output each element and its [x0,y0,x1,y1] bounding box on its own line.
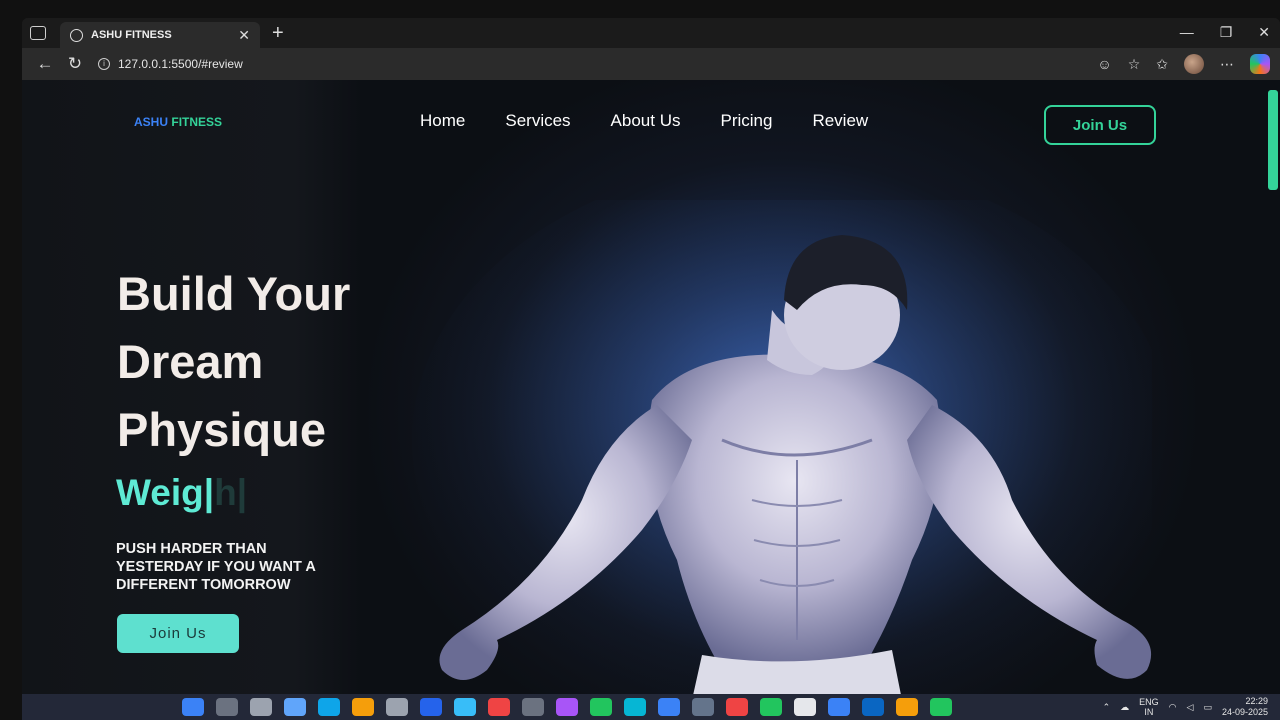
tab-title: ASHU FITNESS [91,29,172,41]
app-icon[interactable] [692,698,714,716]
volume-icon[interactable]: ◁ [1187,702,1194,713]
restore-icon[interactable]: ❐ [1220,24,1233,41]
typed-text: Weig [116,472,204,513]
system-tray: ⌃ ☁ ENG IN ◠ ◁ ▭ 22:29 24-09-2025 [1103,696,1268,718]
typing-cursor: | [203,472,215,513]
search-icon[interactable] [216,698,238,716]
hero-title-line: Physique [117,403,326,456]
browser-tab[interactable]: ASHU FITNESS ✕ [60,22,260,48]
app-icon[interactable] [658,698,680,716]
url-text: 127.0.0.1:5500/#review [118,57,243,71]
whatsapp-icon[interactable] [760,698,782,716]
main-nav: Home Services About Us Pricing Review [420,111,868,131]
hero-title-line: Dream [117,335,264,388]
store-icon[interactable] [386,698,408,716]
app-icon[interactable] [454,698,476,716]
url-field[interactable]: i 127.0.0.1:5500/#review [98,57,243,71]
lang-code: ENG [1139,697,1159,707]
page-viewport: ASHU FITNESS Home Services About Us Pric… [22,80,1280,694]
join-us-header-button[interactable]: Join Us [1044,105,1156,145]
app-icon[interactable] [556,698,578,716]
spotify-icon[interactable] [930,698,952,716]
clock-date: 24-09-2025 [1221,707,1268,717]
hero-heading: Build Your Dream Physique [117,260,377,464]
hero-athlete-image [412,200,1152,694]
reader-icon[interactable]: ☺ [1097,56,1111,72]
clock[interactable]: 22:29 24-09-2025 [1222,696,1268,718]
cloud-icon[interactable]: ☁ [1120,702,1129,713]
chatgpt-icon[interactable] [794,698,816,716]
tab-bar: ASHU FITNESS ✕ + — ❐ ✕ [22,18,1280,48]
minimize-icon[interactable]: — [1180,24,1194,41]
hero-title-line: Build Your [117,267,351,320]
typing-text: Weig|h| [116,472,247,514]
chevron-up-icon[interactable]: ⌃ [1103,702,1111,713]
window-controls: — ❐ ✕ [1180,24,1270,41]
site-info-icon[interactable]: i [98,58,110,70]
taskbar-apps [182,698,952,716]
hp-icon[interactable] [420,698,442,716]
nav-services[interactable]: Services [505,111,570,131]
close-window-icon[interactable]: ✕ [1258,24,1270,41]
app-icon[interactable] [590,698,612,716]
logo-part2: FITNESS [171,115,223,129]
profile-avatar[interactable] [1184,54,1204,74]
typing-cursor-ghost: | [236,472,248,513]
address-bar: ← ↻ i 127.0.0.1:5500/#review ☺ ☆ ✩ ⋯ [22,48,1280,80]
wifi-icon[interactable]: ◠ [1169,702,1177,713]
battery-icon[interactable]: ▭ [1203,702,1212,713]
widgets-icon[interactable] [284,698,306,716]
new-tab-icon[interactable]: + [272,22,284,45]
start-icon[interactable] [182,698,204,716]
language-indicator[interactable]: ENG IN [1139,697,1159,717]
hero-tagline: PUSH HARDER THAN YESTERDAY IF YOU WANT A… [116,541,316,593]
nav-pricing[interactable]: Pricing [720,111,772,131]
clock-time: 22:29 [1245,696,1268,706]
page-scrollbar[interactable] [1268,90,1278,190]
toolbar-right: ☺ ☆ ✩ ⋯ [1097,54,1270,74]
typing-ghost: h [214,472,237,513]
youtube-icon[interactable] [726,698,748,716]
nav-about-us[interactable]: About Us [611,111,681,131]
copilot-icon[interactable] [1250,54,1270,74]
chrome-icon[interactable] [352,698,374,716]
os-taskbar: ⌃ ☁ ENG IN ◠ ◁ ▭ 22:29 24-09-2025 [22,694,1280,720]
browser-window: ASHU FITNESS ✕ + — ❐ ✕ ← ↻ i 127.0.0.1:5… [22,18,1280,694]
mail-icon[interactable] [488,698,510,716]
app-icon[interactable] [522,698,544,716]
site-logo[interactable]: ASHU FITNESS [134,115,222,129]
refresh-icon[interactable]: ↻ [60,54,90,74]
tab-actions-icon[interactable] [30,26,46,40]
nav-review[interactable]: Review [812,111,868,131]
close-tab-icon[interactable]: ✕ [238,27,250,44]
favorite-star-icon[interactable]: ☆ [1128,56,1141,73]
edge-icon[interactable] [318,698,340,716]
task-view-icon[interactable] [250,698,272,716]
logo-part1: ASHU [134,115,169,129]
vlc-icon[interactable] [896,698,918,716]
globe-icon [70,28,83,42]
linkedin-icon[interactable] [862,698,884,716]
more-menu-icon[interactable]: ⋯ [1220,56,1234,73]
lang-region: IN [1144,707,1154,717]
back-icon[interactable]: ← [30,54,60,74]
nav-home[interactable]: Home [420,111,465,131]
join-us-hero-button[interactable]: Join Us [117,614,239,653]
favorites-icon[interactable]: ✩ [1156,56,1168,73]
app-icon[interactable] [624,698,646,716]
vscode-icon[interactable] [828,698,850,716]
